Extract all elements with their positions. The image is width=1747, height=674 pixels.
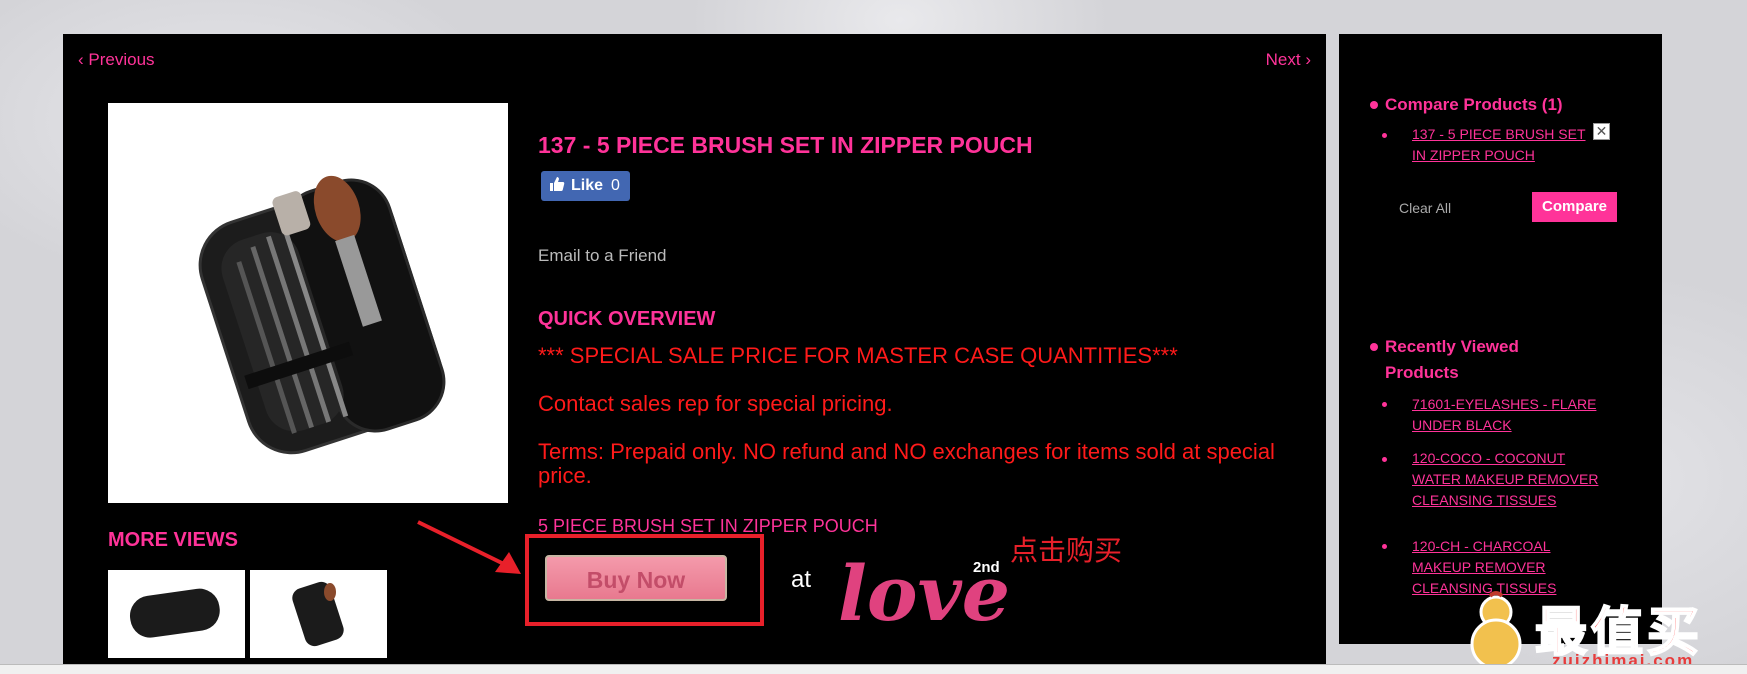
red-arrow-annotation bbox=[417, 520, 521, 574]
next-link[interactable]: Next › bbox=[1266, 50, 1311, 70]
product-main-image[interactable] bbox=[108, 103, 508, 503]
list-dot-icon bbox=[1382, 133, 1387, 138]
email-to-friend-link[interactable]: Email to a Friend bbox=[538, 246, 667, 266]
overview-line-contact: Contact sales rep for special pricing. bbox=[538, 391, 893, 416]
sidebar: Compare Products (1) 137 - 5 PIECE BRUSH… bbox=[1339, 34, 1662, 644]
facebook-like-button[interactable]: Like 0 bbox=[541, 171, 630, 201]
list-dot-icon bbox=[1382, 544, 1387, 549]
thumbs-up-icon bbox=[549, 176, 565, 197]
chinese-annotation: 点击购买 bbox=[1010, 534, 1123, 567]
gourd-logo-icon bbox=[1470, 591, 1522, 670]
thumbnail-open-pouch[interactable] bbox=[250, 570, 387, 658]
previous-link[interactable]: ‹ Previous bbox=[78, 50, 155, 70]
open-pouch-image bbox=[292, 581, 344, 647]
quick-overview-heading: QUICK OVERVIEW bbox=[538, 308, 716, 330]
list-dot-icon bbox=[1382, 402, 1387, 407]
overview-line-terms: Terms: Prepaid only. NO refund and NO ex… bbox=[538, 439, 1275, 488]
more-views-heading: MORE VIEWS bbox=[108, 529, 239, 551]
product-title: 137 - 5 PIECE BRUSH SET IN ZIPPER POUCH bbox=[538, 132, 1033, 158]
buy-now-button[interactable]: Buy Now bbox=[545, 555, 727, 601]
remove-compare-icon[interactable]: ✕ bbox=[1593, 123, 1610, 140]
closed-pouch-image bbox=[129, 588, 220, 638]
recently-viewed-heading: Recently Viewed Products bbox=[1385, 337, 1519, 382]
store-logo-sup: 2nd bbox=[973, 559, 1000, 576]
product-panel: ‹ Previous Next › MORE VIEWS 137 - 5 PIE… bbox=[63, 34, 1326, 673]
overview-line-sale: *** SPECIAL SALE PRICE FOR MASTER CASE Q… bbox=[538, 343, 1178, 368]
recently-viewed-bullet-icon bbox=[1370, 343, 1378, 351]
recently-viewed-item[interactable]: 120-COCO - COCONUT WATER MAKEUP REMOVER … bbox=[1412, 448, 1612, 511]
at-label: at bbox=[791, 566, 812, 593]
compare-item-link[interactable]: 137 - 5 PIECE BRUSH SET IN ZIPPER POUCH bbox=[1412, 124, 1592, 166]
thumbnail-closed-pouch[interactable] bbox=[108, 570, 245, 658]
zuizhimai-watermark: 最值买 zuizhimai.com bbox=[1460, 590, 1747, 673]
compare-button[interactable]: Compare bbox=[1532, 192, 1617, 222]
compare-bullet-icon bbox=[1370, 101, 1378, 109]
like-count: 0 bbox=[611, 177, 620, 194]
compare-products-heading: Compare Products (1) bbox=[1385, 95, 1563, 114]
recently-viewed-item[interactable]: 71601-EYELASHES - FLARE UNDER BLACK bbox=[1412, 394, 1612, 436]
clear-all-link[interactable]: Clear All bbox=[1399, 200, 1451, 216]
list-dot-icon bbox=[1382, 457, 1387, 462]
like-label: Like bbox=[571, 177, 604, 194]
brush-set-image bbox=[198, 175, 446, 455]
